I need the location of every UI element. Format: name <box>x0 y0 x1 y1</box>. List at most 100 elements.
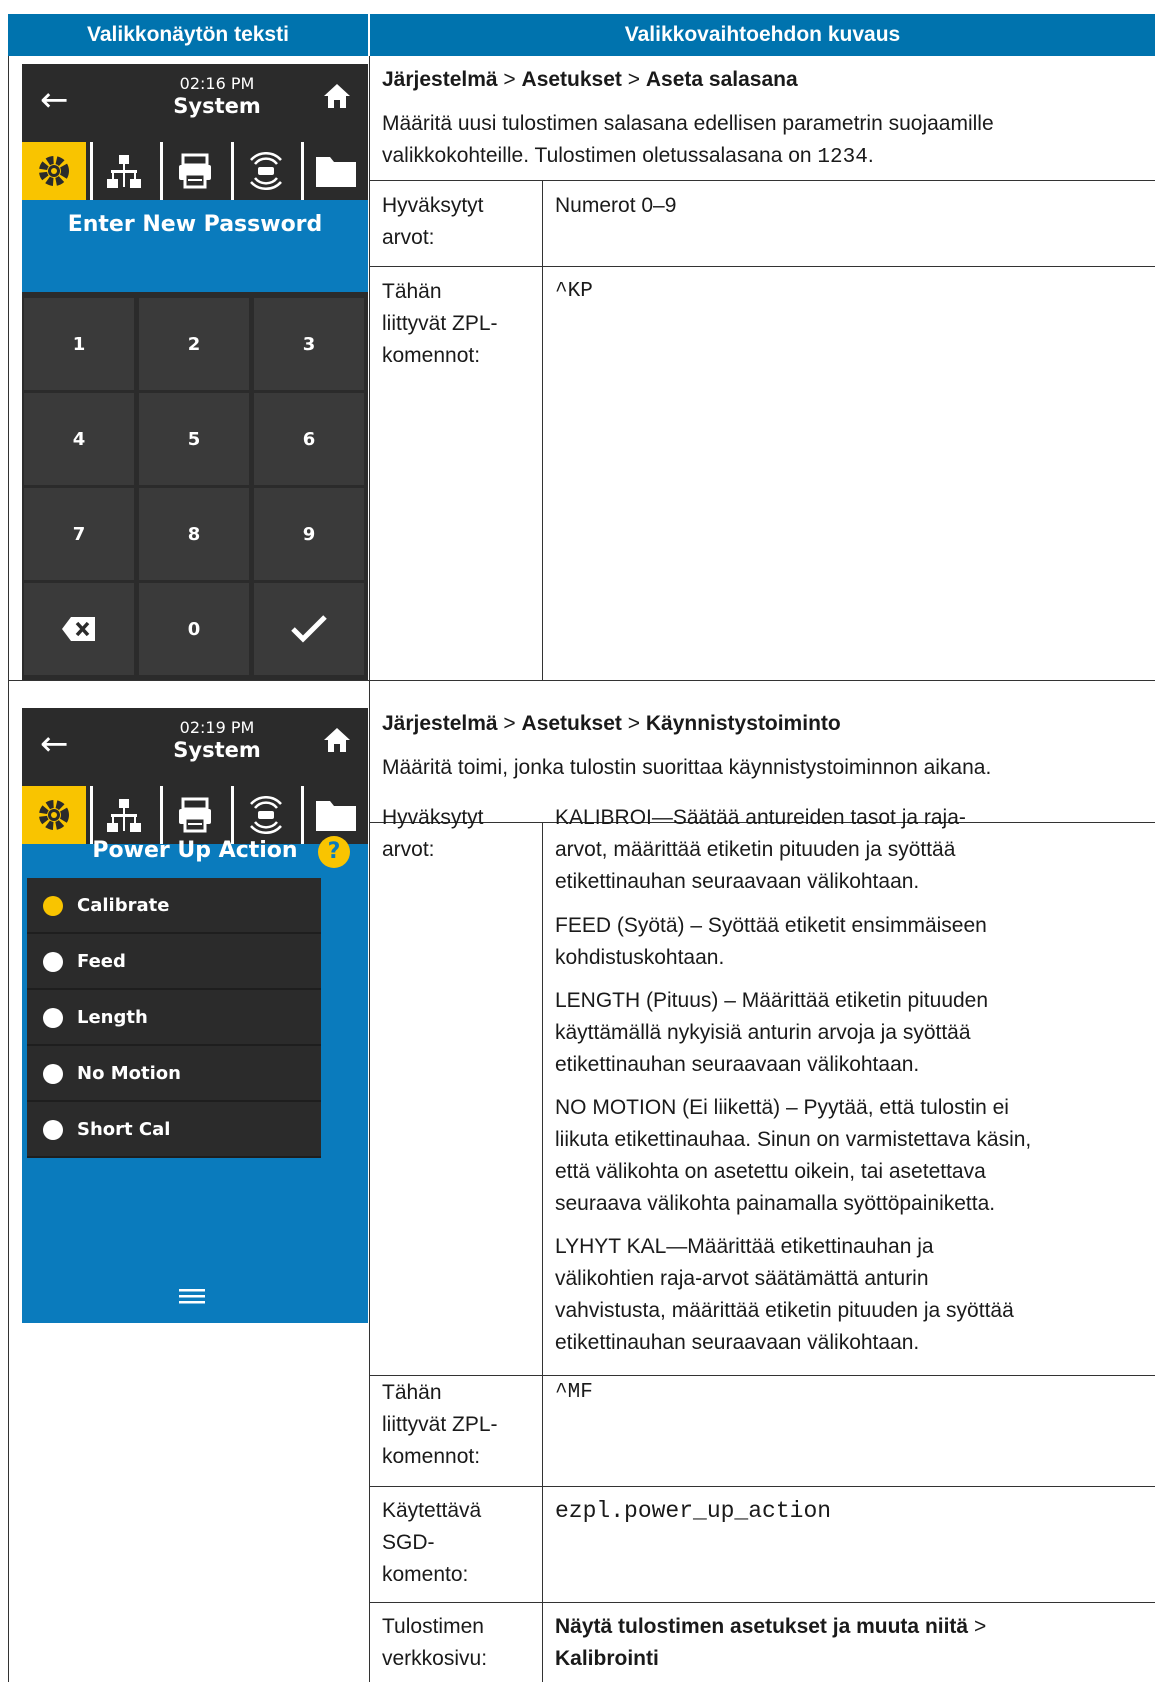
header-menu-text: Valikkonäytön teksti <box>8 14 368 56</box>
key-2[interactable]: 2 <box>139 298 249 390</box>
label-line: Hyväksytyt <box>382 194 484 217</box>
key-4[interactable]: 4 <box>24 393 134 485</box>
label-line: verkkosivu: <box>382 1647 488 1670</box>
description-line: Määritä toimi, jonka tulostin suorittaa … <box>382 756 992 779</box>
key-5[interactable]: 5 <box>139 393 249 485</box>
network-icon[interactable] <box>89 142 157 200</box>
gear-icon[interactable] <box>22 786 86 844</box>
wireless-icon[interactable] <box>230 786 298 844</box>
path-part: Asetukset <box>521 68 622 91</box>
option-label: No Motion <box>77 1063 181 1084</box>
option-feed[interactable]: Feed <box>27 934 321 990</box>
printer-webpage-path: Näytä tulostimen asetukset ja muuta niit… <box>555 1611 1145 1675</box>
option-no-motion[interactable]: No Motion <box>27 1046 321 1102</box>
value-line: käyttämällä nykyisiä anturin arvoja ja s… <box>555 1021 971 1044</box>
zpl-command: ^KP <box>555 280 593 303</box>
option-label: Feed <box>77 951 126 972</box>
value-line: arvot, määrittää etiketin pituuden ja sy… <box>555 838 956 861</box>
table-divider <box>369 56 370 1682</box>
menu-path-2: Järjestelmä > Asetukset > Käynnistystoim… <box>382 708 841 740</box>
path-part: Aseta salasana <box>645 68 798 91</box>
label-line: liittyvät ZPL- <box>382 312 498 335</box>
accepted-value-calibrate: KALIBROI—Säätää antureiden tasot ja raja… <box>555 802 1145 898</box>
value-line: etikettinauhan seuraavaan välikohtaan. <box>555 1331 920 1354</box>
option-label: Short Cal <box>77 1119 171 1140</box>
device-tab-bar <box>22 142 368 200</box>
key-0[interactable]: 0 <box>139 583 249 675</box>
path-part: Järjestelmä <box>382 68 498 91</box>
printer-icon[interactable] <box>160 142 227 200</box>
key-8[interactable]: 8 <box>139 488 249 580</box>
value-line: vahvistusta, määrittää etiketin pituuden… <box>555 1299 1014 1322</box>
label-sgd-command: Käytettävä SGD- komento: <box>382 1495 532 1591</box>
accepted-value-short-cal: LYHYT KAL—Määrittää etikettinauhan ja vä… <box>555 1231 1145 1359</box>
path-separator: > <box>968 1615 993 1638</box>
label-line: Tulostimen <box>382 1615 484 1638</box>
value-line: LENGTH (Pituus) – Määrittää etiketin pit… <box>555 989 989 1012</box>
row-divider <box>369 180 1155 181</box>
web-path-part: Näytä tulostimen asetukset ja muuta niit… <box>555 1615 969 1638</box>
value-line: etikettinauhan seuraavaan välikohtaan. <box>555 1053 920 1076</box>
accepted-value-length: LENGTH (Pituus) – Määrittää etiketin pit… <box>555 985 1145 1081</box>
key-6[interactable]: 6 <box>254 393 364 485</box>
value-line: etikettinauhan seuraavaan välikohtaan. <box>555 870 920 893</box>
sgd-command: ezpl.power_up_action <box>555 1498 832 1524</box>
default-password: 1234 <box>817 146 868 169</box>
zpl-command: ^MF <box>555 1381 593 1404</box>
row-divider <box>369 1375 1155 1376</box>
label-zpl-commands: Tähän liittyvät ZPL- komennot: <box>382 1377 532 1473</box>
back-arrow-icon[interactable]: ← <box>40 80 69 120</box>
option-short-cal[interactable]: Short Cal <box>27 1102 321 1158</box>
description-line: valikkokohteille. Tulostimen oletussalas… <box>382 140 874 174</box>
path-part: Käynnistystoiminto <box>645 712 841 735</box>
label-line: arvot: <box>382 226 435 249</box>
device-title: System <box>173 94 261 118</box>
device-title: System <box>173 738 261 762</box>
section-divider <box>8 680 1155 681</box>
label-line: SGD- <box>382 1531 435 1554</box>
printer-icon[interactable] <box>160 786 227 844</box>
home-icon[interactable] <box>322 726 352 759</box>
label-line: Käytettävä <box>382 1499 482 1522</box>
path-separator: > <box>621 68 646 91</box>
label-accepted-values: Hyväksytyt arvot: <box>382 802 532 866</box>
radio-icon <box>43 1008 63 1028</box>
help-icon[interactable]: ? <box>318 836 350 868</box>
device-time: 02:19 PM <box>179 718 255 737</box>
option-length[interactable]: Length <box>27 990 321 1046</box>
network-icon[interactable] <box>89 786 157 844</box>
value-line: liikuta etikettinauhaa. Sinun on varmist… <box>555 1128 1032 1151</box>
key-9[interactable]: 9 <box>254 488 364 580</box>
label-line: Hyväksytyt <box>382 806 484 829</box>
key-3[interactable]: 3 <box>254 298 364 390</box>
value-line: seuraava välikohta painamalla syöttöpain… <box>555 1192 996 1215</box>
device-status-bar: ← 02:16 PM System <box>22 64 368 142</box>
numeric-keypad: 1 2 3 4 5 6 7 8 9 0 <box>22 292 368 680</box>
device-heading: Enter New Password <box>67 212 323 237</box>
menu-path-1: Järjestelmä > Asetukset > Aseta salasana <box>382 64 798 96</box>
radio-icon <box>43 1120 63 1140</box>
home-icon[interactable] <box>322 82 352 115</box>
label-line: arvot: <box>382 838 435 861</box>
description-text: valikkokohteille. Tulostimen oletussalas… <box>382 144 818 167</box>
label-line: komento: <box>382 1563 469 1586</box>
wireless-icon[interactable] <box>230 142 298 200</box>
description-line: Määritä uusi tulostimen salasana edellis… <box>382 112 994 135</box>
checkmark-icon[interactable] <box>254 583 364 675</box>
radio-icon <box>43 1064 63 1084</box>
accepted-values: Numerot 0–9 <box>555 194 677 217</box>
key-7[interactable]: 7 <box>24 488 134 580</box>
device-screen-password: ← 02:16 PM System Enter New Password 1 2… <box>22 64 368 680</box>
value-line: välikohtien raja-arvot säätämättä anturi… <box>555 1267 929 1290</box>
backspace-icon[interactable] <box>24 583 134 675</box>
back-arrow-icon[interactable]: ← <box>40 724 69 764</box>
option-calibrate[interactable]: Calibrate <box>27 878 321 934</box>
folder-icon[interactable] <box>301 142 368 200</box>
radio-selected-icon <box>43 896 63 916</box>
gear-icon[interactable] <box>22 142 86 200</box>
path-part: Järjestelmä <box>382 712 498 735</box>
key-1[interactable]: 1 <box>24 298 134 390</box>
label-accepted-values: Hyväksytyt arvot: <box>382 190 532 254</box>
row-divider <box>369 266 1155 267</box>
menu-icon[interactable] <box>177 1286 207 1311</box>
